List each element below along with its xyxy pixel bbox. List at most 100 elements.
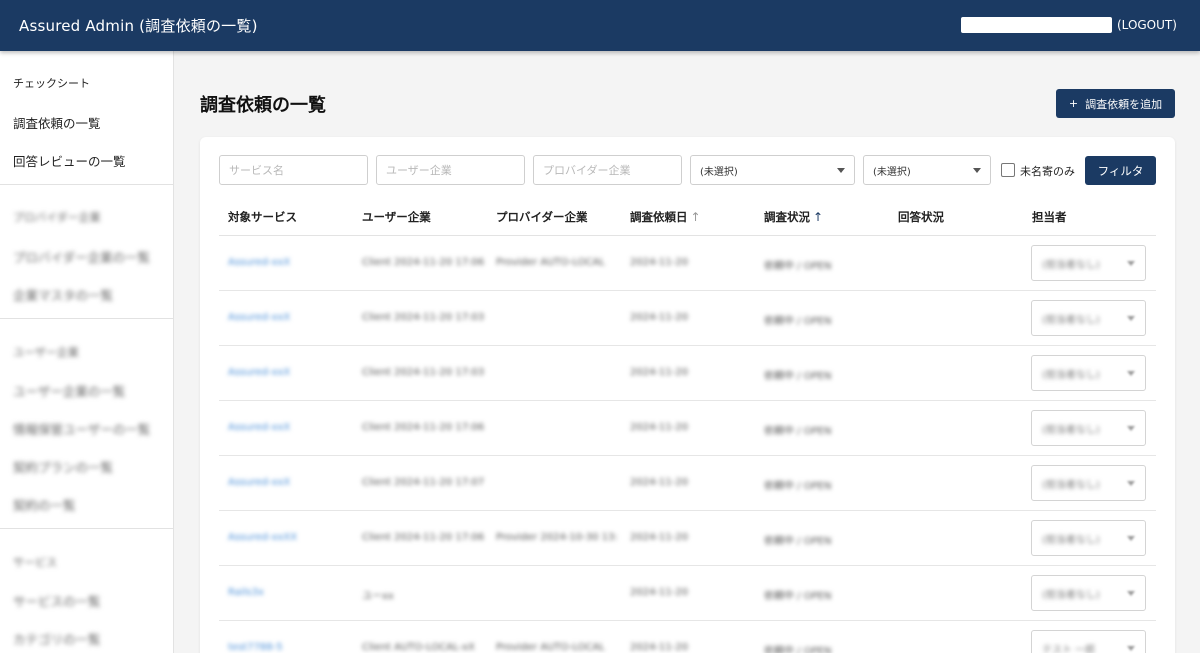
sidebar-section-provider: プロバイダー企業 bbox=[13, 211, 101, 224]
sidebar-item-plan-list[interactable]: 契約プランの一覧 bbox=[13, 457, 113, 476]
table-row: Assured-xxX Client 2024-11-20 17:06 Prov… bbox=[219, 236, 1156, 291]
sidebar-section-service: サービス bbox=[13, 556, 57, 569]
sidebar-item-reviews[interactable]: 回答レビューの一覧 bbox=[13, 151, 126, 170]
user-company-cell: Client 2024-11-20 17:06 bbox=[362, 532, 485, 543]
provider-company-cell: Provider AUTO-LOCAL bbox=[496, 257, 605, 268]
assignee-select[interactable]: テスト 一郎 bbox=[1031, 630, 1146, 653]
chevron-down-icon bbox=[1127, 590, 1135, 596]
add-request-button-label: 調査依頼を追加 bbox=[1085, 97, 1163, 111]
sidebar-item-checksheet[interactable]: チェックシート bbox=[13, 75, 90, 91]
page-title: 調査依頼の一覧 bbox=[200, 95, 326, 116]
sidebar-item-contract-list[interactable]: 契約の一覧 bbox=[13, 495, 76, 514]
request-date-cell: 2024-11-20 bbox=[630, 312, 689, 323]
assignee-select[interactable]: (担当者なし) bbox=[1031, 520, 1146, 556]
request-date-cell: 2024-11-20 bbox=[630, 422, 689, 433]
status-select-2[interactable]: (未選択) bbox=[863, 155, 991, 185]
survey-status-cell: 依頼中 / OPEN bbox=[764, 316, 832, 327]
survey-status-cell: 依頼中 / OPEN bbox=[764, 536, 832, 547]
table-row: test7788-5 Client AUTO-LOCAL-xX Provider… bbox=[219, 621, 1156, 653]
service-link[interactable]: Assured-xxXX bbox=[228, 532, 297, 543]
table-row: Assured-xxX Client 2024-11-20 17:03 2024… bbox=[219, 291, 1156, 346]
service-link[interactable]: Assured-xxX bbox=[228, 477, 290, 488]
survey-status-cell: 依頼中 / OPEN bbox=[764, 591, 832, 602]
assignee-select[interactable]: (担当者なし) bbox=[1031, 245, 1146, 281]
survey-status-cell: 依頼中 / OPEN bbox=[764, 481, 832, 492]
sidebar-item-requests[interactable]: 調査依頼の一覧 bbox=[13, 113, 101, 132]
sidebar-item-category-list[interactable]: カテゴリの一覧 bbox=[13, 629, 101, 648]
sidebar-divider bbox=[0, 184, 174, 185]
column-header-request-date[interactable]: 調査依頼日 ↑ bbox=[630, 209, 701, 225]
survey-status-cell: 依頼中 / OPEN bbox=[764, 371, 832, 382]
request-date-cell: 2024-11-20 bbox=[630, 257, 689, 268]
column-header-assignee[interactable]: 担当者 bbox=[1032, 209, 1067, 225]
request-date-cell: 2024-11-20 bbox=[630, 587, 689, 598]
sidebar-item-user-list[interactable]: 情報保管ユーザーの一覧 bbox=[13, 419, 150, 438]
user-company-cell: ユーxx bbox=[362, 591, 394, 602]
user-company-input[interactable]: ユーザー企業 bbox=[376, 155, 525, 185]
sort-arrow-up-icon: ↑ bbox=[813, 210, 824, 224]
add-request-button[interactable]: + 調査依頼を追加 bbox=[1056, 89, 1175, 118]
user-company-cell: Client 2024-11-20 17:03 bbox=[362, 367, 485, 378]
provider-company-cell: Provider 2024-10-30 13: bbox=[496, 532, 618, 543]
service-link[interactable]: Assured-xxX bbox=[228, 257, 290, 268]
assignee-select[interactable]: (担当者なし) bbox=[1031, 575, 1146, 611]
user-company-cell: Client 2024-11-20 17:03 bbox=[362, 312, 485, 323]
service-name-input[interactable]: サービス名 bbox=[219, 155, 368, 185]
sort-arrow-up-icon: ↑ bbox=[690, 210, 701, 224]
column-header-provider-company[interactable]: プロバイダー企業 bbox=[496, 209, 588, 225]
chevron-down-icon bbox=[837, 167, 845, 173]
status-select-2-value: (未選択) bbox=[873, 166, 911, 178]
status-select-1-value: (未選択) bbox=[700, 166, 738, 178]
table-row: Assured-xxXX Client 2024-11-20 17:06 Pro… bbox=[219, 511, 1156, 566]
sidebar-section-user-company: ユーザー企業 bbox=[13, 346, 79, 359]
service-link[interactable]: Assured-xxX bbox=[228, 367, 290, 378]
request-date-cell: 2024-11-20 bbox=[630, 642, 689, 653]
request-date-cell: 2024-11-20 bbox=[630, 532, 689, 543]
chevron-down-icon bbox=[1127, 260, 1135, 266]
unnamed-only-checkbox[interactable] bbox=[1001, 163, 1015, 177]
request-date-cell: 2024-11-20 bbox=[630, 367, 689, 378]
sidebar-item-user-company-list[interactable]: ユーザー企業の一覧 bbox=[13, 381, 125, 400]
provider-company-cell: Provider AUTO-LOCAL bbox=[496, 642, 605, 653]
assignee-select[interactable]: (担当者なし) bbox=[1031, 300, 1146, 336]
status-select-1[interactable]: (未選択) bbox=[690, 155, 855, 185]
sidebar-item-provider-list[interactable]: プロバイダー企業の一覧 bbox=[13, 247, 150, 266]
chevron-down-icon bbox=[1127, 370, 1135, 376]
assignee-select[interactable]: (担当者なし) bbox=[1031, 410, 1146, 446]
table-row: Assured-xxX Client 2024-11-20 17:03 2024… bbox=[219, 346, 1156, 401]
chevron-down-icon bbox=[1127, 480, 1135, 486]
service-link[interactable]: test7788-5 bbox=[228, 642, 283, 653]
user-company-cell: Client 2024-11-20 17:07 bbox=[362, 477, 485, 488]
filter-button[interactable]: フィルタ bbox=[1085, 156, 1156, 185]
plus-icon: + bbox=[1068, 97, 1079, 110]
sidebar-divider bbox=[0, 318, 174, 319]
column-header-survey-status[interactable]: 調査状況 ↑ bbox=[764, 209, 823, 225]
chevron-down-icon bbox=[1127, 535, 1135, 541]
table-row: Assured-xxX Client 2024-11-20 17:06 2024… bbox=[219, 401, 1156, 456]
logout-link[interactable]: (LOGOUT) bbox=[1117, 18, 1177, 32]
column-header-answer-status[interactable]: 回答状況 bbox=[898, 209, 944, 225]
assignee-select[interactable]: (担当者なし) bbox=[1031, 355, 1146, 391]
chevron-down-icon bbox=[1127, 425, 1135, 431]
table-row: Rails3x ユーxx 2024-11-20 依頼中 / OPEN (担当者な… bbox=[219, 566, 1156, 621]
survey-status-cell: 依頼中 / OPEN bbox=[764, 261, 832, 272]
user-company-cell: Client 2024-11-20 17:06 bbox=[362, 257, 485, 268]
service-link[interactable]: Assured-xxX bbox=[228, 422, 290, 433]
user-name-field bbox=[961, 17, 1112, 33]
provider-company-placeholder: プロバイダー企業 bbox=[543, 164, 631, 177]
sidebar-item-company-master[interactable]: 企業マスタの一覧 bbox=[13, 285, 113, 304]
column-header-service[interactable]: 対象サービス bbox=[228, 209, 297, 225]
service-link[interactable]: Rails3x bbox=[228, 587, 264, 598]
service-link[interactable]: Assured-xxX bbox=[228, 312, 290, 323]
assignee-select[interactable]: (担当者なし) bbox=[1031, 465, 1146, 501]
user-company-cell: Client AUTO-LOCAL-xX bbox=[362, 642, 475, 653]
user-company-placeholder: ユーザー企業 bbox=[386, 164, 452, 177]
sidebar-item-service-list[interactable]: サービスの一覧 bbox=[13, 591, 101, 610]
column-header-user-company[interactable]: ユーザー企業 bbox=[362, 209, 431, 225]
top-bar: Assured Admin (調査依頼の一覧) (LOGOUT) bbox=[0, 0, 1200, 51]
survey-status-cell: 依頼中 / OPEN bbox=[764, 646, 832, 653]
request-date-cell: 2024-11-20 bbox=[630, 477, 689, 488]
chevron-down-icon bbox=[1127, 645, 1135, 651]
table-row: Assured-xxX Client 2024-11-20 17:07 2024… bbox=[219, 456, 1156, 511]
provider-company-input[interactable]: プロバイダー企業 bbox=[533, 155, 682, 185]
